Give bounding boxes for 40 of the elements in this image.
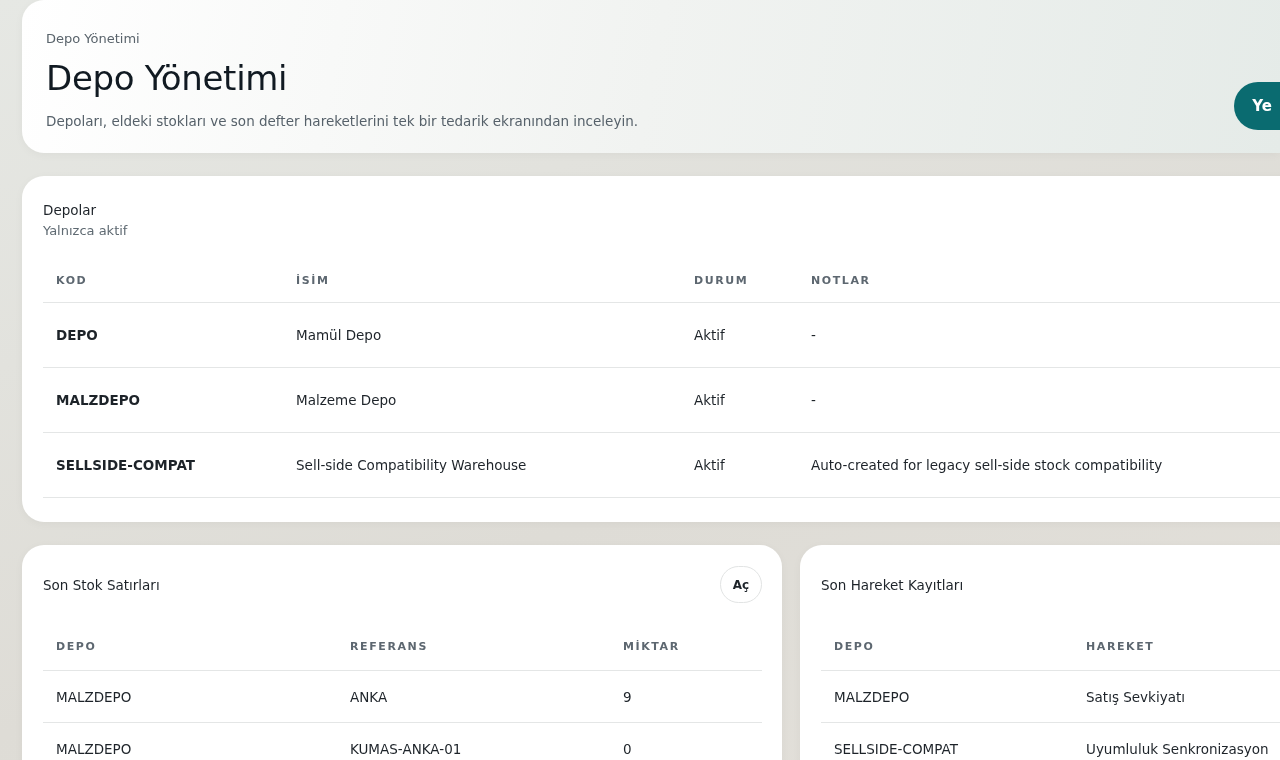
- table-cell: Aktif: [694, 457, 725, 473]
- table-cell: SELLSIDE-COMPAT: [56, 457, 195, 473]
- table-cell: 9: [623, 688, 632, 705]
- table-cell: ANKA: [350, 688, 388, 705]
- breadcrumb: Depo Yönetimi: [46, 31, 141, 46]
- page-title: Depo Yönetimi: [46, 58, 289, 98]
- table-cell: KUMAS-ANKA-01: [350, 740, 462, 757]
- column-header: KOD: [56, 273, 88, 287]
- open-button[interactable]: Aç: [720, 566, 762, 603]
- table-cell: MALZDEPO: [56, 740, 132, 757]
- table-cell: MALZDEPO: [56, 688, 132, 705]
- table-cell: Mamül Depo: [296, 327, 382, 343]
- table-cell: SELLSIDE-COMPAT: [834, 740, 958, 757]
- table-cell: Satış Sevkiyatı: [1086, 688, 1185, 705]
- column-header: MİKTAR: [623, 639, 680, 653]
- new-button[interactable]: Ye: [1234, 82, 1280, 130]
- table-cell: 0: [623, 740, 632, 757]
- table-cell: Sell-side Compatibility Warehouse: [296, 457, 527, 473]
- table-cell: Auto-created for legacy sell-side stock compatibility: [811, 457, 1163, 473]
- table-cell: Aktif: [694, 392, 725, 408]
- column-header: NOTLAR: [811, 273, 871, 287]
- table-cell: Uyumluluk Senkronizasyon: [1086, 740, 1269, 757]
- column-header: DURUM: [694, 273, 749, 287]
- column-header: İSİM: [296, 273, 330, 287]
- table-cell: Malzeme Depo: [296, 392, 397, 408]
- page-description: Depoları, eldeki stokları ve son defter hareketlerini tek bir tedarik ekranından inceleyin.: [46, 113, 638, 129]
- table-cell: MALZDEPO: [56, 392, 141, 408]
- card-subtitle: Yalnızca aktif: [43, 223, 129, 238]
- table-cell: MALZDEPO: [834, 688, 910, 705]
- table-cell: Aktif: [694, 327, 725, 343]
- table-cell: -: [811, 327, 816, 343]
- card-title: Son Hareket Kayıtları: [821, 576, 964, 593]
- table-cell: -: [811, 392, 816, 408]
- column-header: DEPO: [56, 639, 97, 653]
- table-cell: DEPO: [56, 327, 98, 343]
- column-header: REFERANS: [350, 639, 428, 653]
- card-title: Son Stok Satırları: [43, 576, 160, 593]
- column-header: DEPO: [834, 639, 875, 653]
- card-title: Depolar: [43, 202, 98, 218]
- column-header: HAREKET: [1086, 639, 1155, 653]
